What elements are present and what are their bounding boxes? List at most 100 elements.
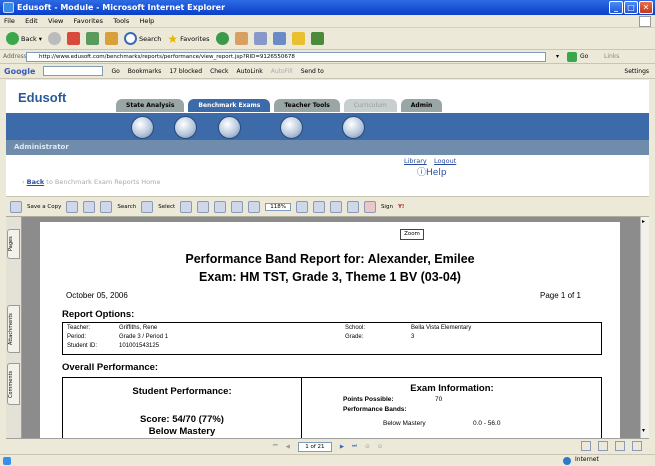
comments-tab[interactable]: Comments (7, 363, 20, 405)
previous-view-icon[interactable]: ⊙ (365, 444, 370, 450)
edusoft-logo[interactable]: Edusoft (18, 90, 66, 105)
window-title-bar: Edusoft - Module - Microsoft Internet Ex… (0, 0, 655, 15)
pages-tab[interactable]: Pages (7, 229, 20, 259)
history-button[interactable] (234, 32, 248, 45)
item-analysis-icon[interactable] (218, 116, 241, 139)
zoom-out-icon[interactable] (248, 200, 261, 213)
google-go-button[interactable]: Go (111, 68, 119, 75)
check-button[interactable]: Check (210, 68, 228, 75)
home-button[interactable] (105, 32, 119, 45)
stop-button[interactable] (67, 32, 81, 45)
popup-blocked-button[interactable]: 17 blocked (169, 68, 202, 75)
menu-edit[interactable]: Edit (21, 15, 42, 27)
maximize-button[interactable]: □ (624, 1, 638, 14)
back-link[interactable]: Back (27, 178, 45, 186)
intervention-groups-icon[interactable] (280, 116, 303, 139)
undo-icon[interactable] (346, 200, 359, 213)
print-icon[interactable] (66, 200, 79, 213)
grade-label: Grade: (345, 334, 364, 340)
edusoft-header: Edusoft State Analysis Benchmark Exams T… (6, 80, 649, 113)
yahoo-icon[interactable]: Y! (398, 204, 405, 210)
tab-curriculum[interactable]: Curriculum (343, 99, 397, 112)
minimize-button[interactable]: _ (609, 1, 623, 14)
binoculars-icon[interactable] (100, 200, 113, 213)
autolink-button[interactable]: AutoLink (237, 68, 263, 75)
page-number-input[interactable]: 1 of 21 (297, 441, 332, 452)
period-label: Period: (67, 334, 87, 340)
assessments-icon[interactable] (131, 116, 154, 139)
tab-admin[interactable]: Admin (400, 99, 443, 112)
previous-page-icon[interactable]: ◀ (286, 444, 290, 450)
address-dropdown[interactable]: ▾ (556, 53, 559, 60)
autofill-button[interactable]: AutoFill (271, 68, 293, 75)
back-button[interactable]: Back ▾ (6, 32, 42, 45)
messenger-button[interactable] (310, 32, 324, 45)
pdf-navigation-bar: ⏮ ◀ 1 of 21 ▶ ⏭ ⊙ ⊙ (6, 438, 649, 454)
pdf-vertical-scrollbar[interactable]: ▸ ▾ (640, 217, 649, 438)
last-page-icon[interactable]: ⏭ (352, 443, 357, 450)
continuous-facing-layout-icon[interactable] (632, 441, 642, 451)
scroll-up-arrow-icon[interactable]: ▸ (642, 218, 645, 225)
close-button[interactable]: ✕ (639, 1, 653, 14)
tab-state-analysis[interactable]: State Analysis (116, 99, 185, 112)
mail-button[interactable] (253, 32, 267, 45)
role-bar: Administrator (6, 140, 649, 155)
media-button[interactable] (215, 32, 229, 45)
first-page-icon[interactable]: ⏮ (273, 443, 278, 450)
fit-page-icon[interactable] (231, 200, 244, 213)
school-value: Bella Vista Elementary (411, 325, 472, 331)
tab-benchmark-exams[interactable]: Benchmark Exams (188, 99, 271, 112)
forward-button[interactable] (48, 32, 62, 45)
menu-tools[interactable]: Tools (109, 15, 133, 27)
search-button[interactable]: Search (124, 32, 161, 45)
help-link[interactable]: ⓘHelp (417, 165, 447, 178)
instructional-tool-icon[interactable] (342, 116, 365, 139)
snapshot-icon[interactable] (180, 200, 193, 213)
sign-icon[interactable] (363, 200, 376, 213)
menu-file[interactable]: File (0, 15, 19, 27)
send-to-button[interactable]: Send to (301, 68, 324, 75)
actual-size-icon[interactable] (214, 200, 227, 213)
browser-toolbar: Back ▾ Search ★ Favorites (0, 28, 655, 50)
magnifier-icon (124, 32, 138, 45)
sign-button[interactable]: Sign (381, 204, 393, 210)
comment-icon[interactable] (329, 200, 342, 213)
print-button[interactable] (272, 32, 286, 45)
tab-teacher-tools[interactable]: Teacher Tools (274, 99, 340, 112)
save-copy-icon[interactable] (10, 200, 22, 213)
refresh-button[interactable] (86, 32, 100, 45)
next-page-icon[interactable]: ▶ (340, 444, 344, 450)
menu-favorites[interactable]: Favorites (70, 15, 107, 27)
menu-view[interactable]: View (44, 15, 67, 27)
reports-icon[interactable] (174, 116, 197, 139)
hand-tool-icon[interactable] (141, 200, 154, 213)
address-input[interactable]: http://www.edusoft.com/benchmarks/report… (26, 52, 546, 62)
email-icon[interactable] (83, 200, 96, 213)
attachments-tab[interactable]: Attachments (7, 305, 20, 353)
select-text-button[interactable]: Select (158, 204, 175, 210)
links-button[interactable]: Links (604, 53, 619, 60)
zoom-level-select[interactable]: 118% (265, 202, 291, 211)
continuous-layout-icon[interactable] (598, 441, 608, 451)
single-page-layout-icon[interactable] (581, 441, 591, 451)
favorites-button[interactable]: ★ Favorites (167, 32, 209, 46)
zoom-in-icon[interactable] (197, 200, 210, 213)
zoom-plus-icon[interactable] (295, 200, 308, 213)
rotate-icon[interactable] (312, 200, 325, 213)
facing-layout-icon[interactable] (615, 441, 625, 451)
pdf-search-button[interactable]: Search (117, 204, 136, 210)
google-search-input[interactable] (43, 66, 104, 76)
band-row-label: Below Mastery (383, 420, 426, 427)
library-link[interactable]: Library (404, 157, 427, 165)
save-copy-button[interactable]: Save a Copy (27, 204, 61, 210)
go-arrow-icon[interactable] (567, 52, 577, 62)
scroll-down-arrow-icon[interactable]: ▾ (642, 427, 645, 434)
next-view-icon[interactable]: ⊙ (378, 444, 383, 450)
edit-button[interactable] (291, 32, 305, 45)
logout-link[interactable]: Logout (434, 157, 456, 165)
settings-button[interactable]: Settings (624, 68, 649, 75)
go-button[interactable]: Go (580, 53, 588, 60)
menu-help[interactable]: Help (135, 15, 158, 27)
teacher-value: Griffiths, Rene (119, 325, 158, 331)
bookmarks-button[interactable]: Bookmarks (128, 68, 162, 75)
